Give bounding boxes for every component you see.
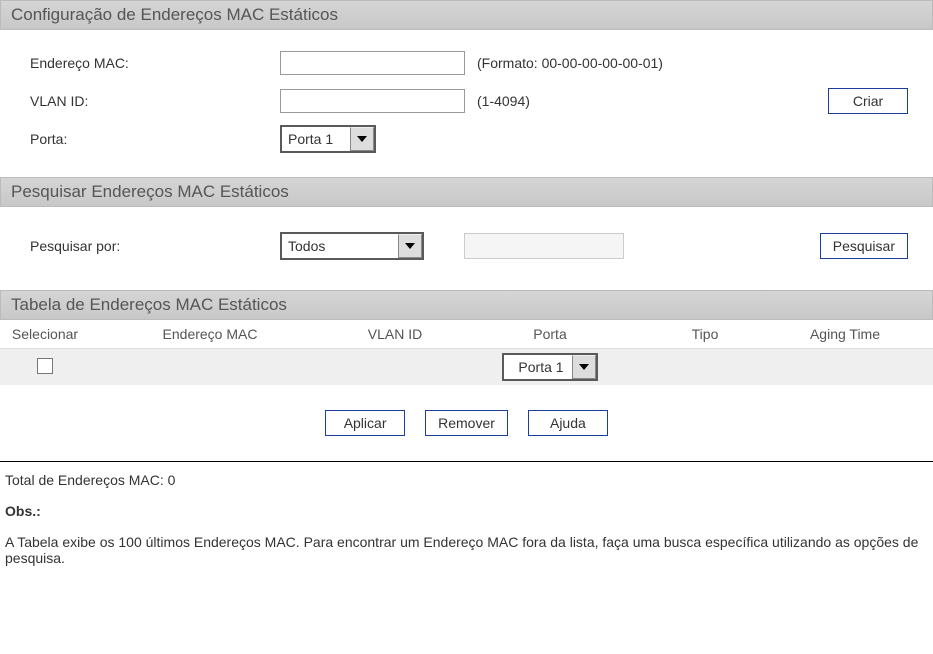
port-label: Porta: [30,131,280,147]
config-section-header: Configuração de Endereços MAC Estáticos [0,0,933,30]
mac-input[interactable] [280,51,465,75]
search-input[interactable] [464,233,624,259]
col-vlan: VLAN ID [330,320,460,348]
table-header-row: Selecionar Endereço MAC VLAN ID Porta Ti… [0,320,933,349]
config-section-body: Endereço MAC: (Formato: 00-00-00-00-00-0… [0,30,933,177]
col-port: Porta [460,320,640,348]
port-select[interactable]: Porta 1 [280,125,376,153]
vlan-input[interactable] [280,89,465,113]
apply-button[interactable]: Aplicar [325,410,405,436]
row-port-select[interactable]: Porta 1 [502,353,598,381]
col-select: Selecionar [0,320,90,348]
search-button[interactable]: Pesquisar [820,233,908,259]
vlan-hint: (1-4094) [477,93,530,109]
table-section-header: Tabela de Endereços MAC Estáticos [0,290,933,320]
col-aging: Aging Time [770,320,920,348]
footer-obs-text: A Tabela exibe os 100 últimos Endereços … [0,524,933,571]
help-button[interactable]: Ajuda [528,410,608,436]
chevron-down-icon [350,127,374,151]
search-by-label: Pesquisar por: [30,238,280,254]
search-section-header: Pesquisar Endereços MAC Estáticos [0,177,933,207]
table-buttons: Aplicar Remover Ajuda [0,385,933,451]
row-checkbox[interactable] [37,358,53,374]
table-row: Porta 1 [0,349,933,385]
footer-total: Total de Endereços MAC: 0 [0,462,933,493]
search-by-value: Todos [288,238,398,254]
footer-obs-label: Obs.: [0,493,933,524]
create-button[interactable]: Criar [828,88,908,114]
vlan-label: VLAN ID: [30,93,280,109]
mac-label: Endereço MAC: [30,55,280,71]
port-select-value: Porta 1 [288,131,350,147]
remove-button[interactable]: Remover [425,410,508,436]
col-type: Tipo [640,320,770,348]
row-port-value: Porta 1 [510,359,572,375]
chevron-down-icon [572,355,596,379]
chevron-down-icon [398,234,422,258]
search-by-select[interactable]: Todos [280,232,424,260]
search-section-body: Pesquisar por: Todos Pesquisar [0,207,933,290]
col-mac: Endereço MAC [90,320,330,348]
mac-hint: (Formato: 00-00-00-00-00-01) [477,55,663,71]
